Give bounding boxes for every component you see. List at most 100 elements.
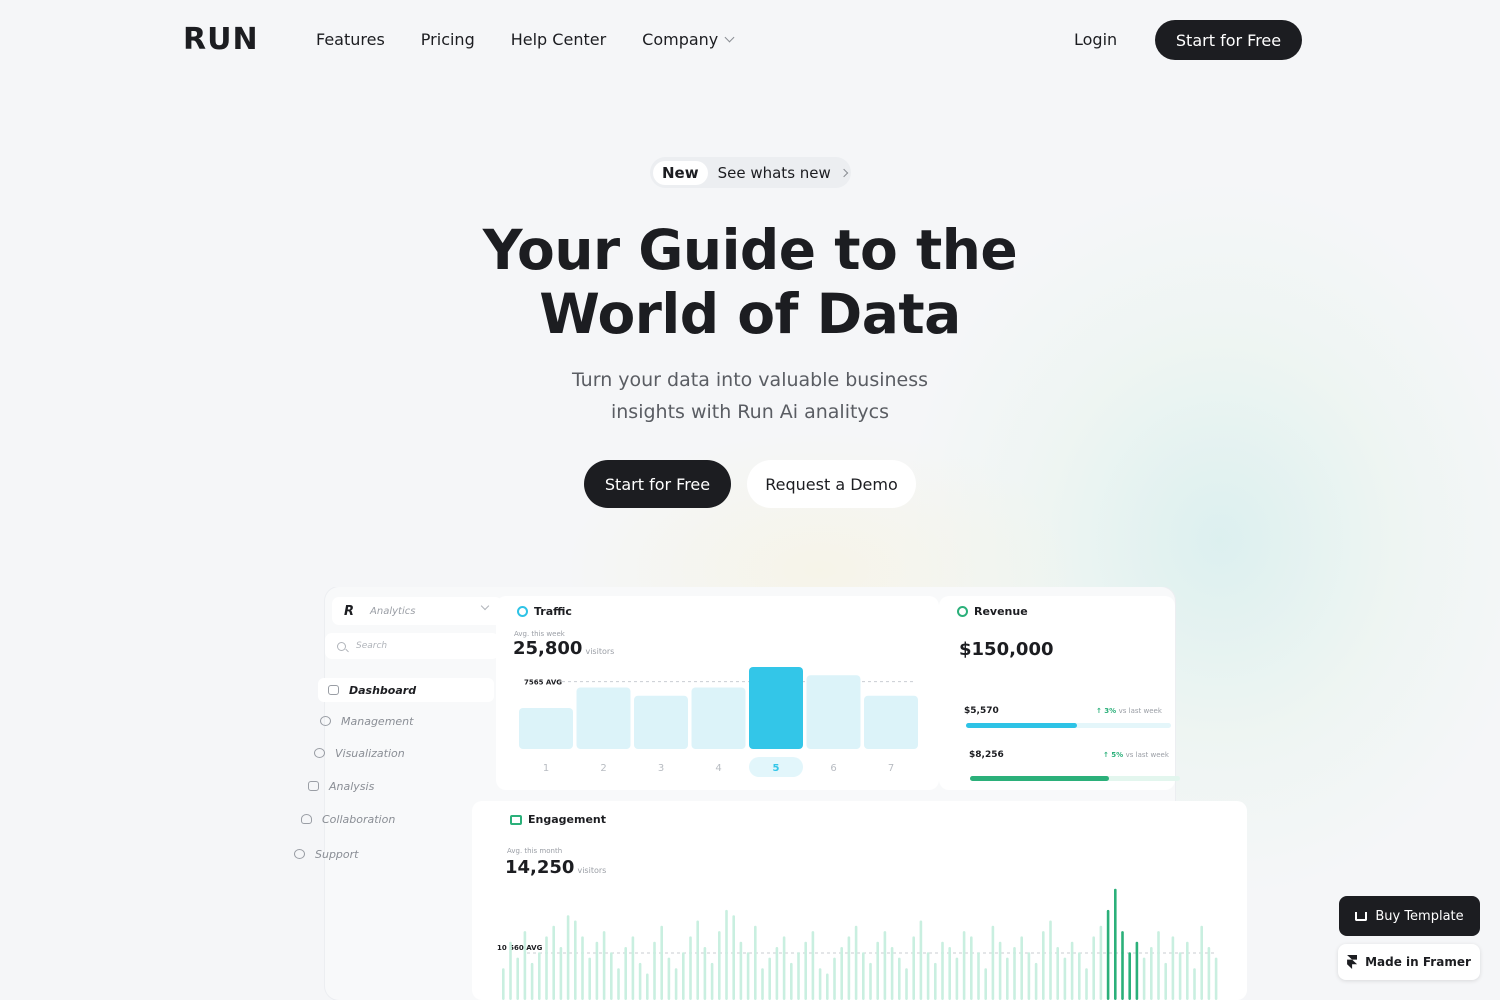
engagement-bar (833, 957, 836, 1000)
engagement-avg-label: 10 560 AVG (497, 944, 543, 952)
traffic-bar (864, 695, 918, 749)
whats-new-pill[interactable]: New See whats new (650, 157, 851, 188)
traffic-bar (749, 667, 803, 749)
engagement-bar (804, 941, 807, 1000)
engagement-bar (545, 936, 548, 1000)
nav-features[interactable]: Features (316, 30, 385, 49)
search-icon (337, 641, 346, 651)
sidebar-search[interactable]: Search (325, 633, 499, 659)
engagement-bar (581, 936, 584, 1000)
engagement-bar (617, 968, 620, 1000)
nav-company[interactable]: Company (642, 30, 735, 49)
engagement-bar (754, 925, 757, 1000)
workspace-selector-label: Analytics (370, 605, 416, 617)
engagement-bar (898, 957, 901, 1000)
headset-icon (294, 849, 305, 859)
engagement-bar (948, 947, 951, 1000)
engagement-bar (638, 962, 642, 1000)
nav-pricing[interactable]: Pricing (421, 30, 475, 49)
revenue-title: Revenue (974, 605, 1028, 618)
engagement-bar (696, 920, 699, 1000)
revenue-row-2-progress (970, 776, 1180, 781)
revenue-row-1-note: vs last week (1118, 707, 1162, 715)
engagement-bar (1186, 941, 1189, 1000)
engagement-bar (775, 947, 779, 1000)
engagement-bar (509, 941, 512, 1000)
request-demo-button[interactable]: Request a Demo (747, 460, 916, 508)
nav-start-free-button[interactable]: Start for Free (1155, 20, 1302, 60)
revenue-value: $150,000 (959, 639, 1054, 660)
logo[interactable]: RUN (183, 22, 259, 57)
nav-help-center[interactable]: Help Center (511, 30, 606, 49)
sidebar-item-label: Analysis (329, 779, 375, 793)
traffic-caption: Avg. this week (514, 630, 565, 638)
engagement-bar (934, 962, 937, 1000)
buy-template-label: Buy Template (1375, 908, 1464, 924)
engagement-bar (1034, 962, 1038, 1000)
engagement-bar (674, 968, 678, 1000)
monitor-icon (510, 814, 522, 825)
traffic-unit: visitors (585, 647, 615, 656)
engagement-bar (1171, 936, 1175, 1000)
engagement-bar (1070, 941, 1074, 1000)
hero-subtitle: Turn your data into valuable business in… (500, 364, 1000, 428)
engagement-bar (955, 957, 959, 1000)
traffic-day-label: 1 (543, 763, 549, 774)
engagement-bar (653, 941, 656, 1000)
sidebar-item-analysis[interactable]: Analysis (308, 774, 374, 798)
engagement-bar (732, 915, 735, 1000)
sidebar-item-support[interactable]: Support (294, 842, 358, 866)
traffic-day-label: 4 (715, 763, 721, 774)
sidebar-item-collaboration[interactable]: Collaboration (301, 807, 395, 831)
engagement-bar (1114, 888, 1117, 1000)
hero-subtitle-line1: Turn your data into valuable business (571, 369, 929, 391)
sidebar-item-visualization[interactable]: Visualization (314, 741, 405, 765)
engagement-bar (1178, 952, 1182, 1000)
engagement-bar (941, 941, 944, 1000)
revenue-row-1-change: ↑ 3% vs last week (1096, 707, 1162, 715)
sidebar-item-label: Management (341, 714, 414, 728)
engagement-bar (826, 973, 829, 1000)
workspace-selector[interactable]: R Analytics (332, 597, 502, 625)
traffic-bar (519, 708, 573, 749)
dollar-icon (957, 606, 968, 617)
traffic-bar (691, 687, 746, 749)
top-nav: RUN Features Pricing Help Center Company… (0, 0, 1500, 80)
engagement-bar (1092, 936, 1095, 1000)
engagement-bar (876, 941, 879, 1000)
gear-icon (320, 716, 331, 726)
engagement-bar (869, 962, 872, 1000)
revenue-row-2-amount: $8,256 (969, 750, 1004, 760)
engagement-bar (530, 962, 534, 1000)
engagement-bar (516, 957, 519, 1000)
brand-letter: R (344, 603, 355, 619)
engagement-bar (718, 931, 721, 1000)
engagement-bar (1099, 925, 1103, 1000)
engagement-unit: visitors (577, 866, 607, 875)
made-in-framer-badge[interactable]: Made in Framer (1338, 944, 1480, 980)
login-link[interactable]: Login (1074, 30, 1117, 49)
engagement-bar (1207, 947, 1211, 1000)
users-icon (301, 814, 312, 824)
traffic-value: 25,800 visitors (513, 638, 614, 659)
engagement-bar (912, 936, 915, 1000)
revenue-row-2-note: vs last week (1125, 751, 1169, 759)
sidebar-item-dashboard[interactable]: Dashboard (318, 678, 494, 702)
revenue-card-title: Revenue (957, 605, 1028, 618)
engagement-bar (523, 931, 527, 1000)
engagement-bar (1157, 931, 1160, 1000)
buy-template-button[interactable]: Buy Template (1339, 896, 1480, 936)
engagement-bar (1200, 925, 1203, 1000)
traffic-bar (634, 695, 688, 749)
engagement-bar (595, 941, 599, 1000)
traffic-day-label: 7 (888, 763, 894, 774)
hero-start-free-button[interactable]: Start for Free (584, 460, 731, 508)
engagement-bar (761, 968, 764, 1000)
sidebar-item-label: Visualization (335, 746, 405, 760)
engagement-bar (1106, 909, 1110, 1000)
chevron-down-icon (724, 32, 735, 43)
sidebar-item-management[interactable]: Management (320, 709, 413, 733)
engagement-bar (1042, 931, 1045, 1000)
engagement-bar (991, 925, 995, 1000)
hero-title-line2: World of Data (539, 282, 961, 346)
